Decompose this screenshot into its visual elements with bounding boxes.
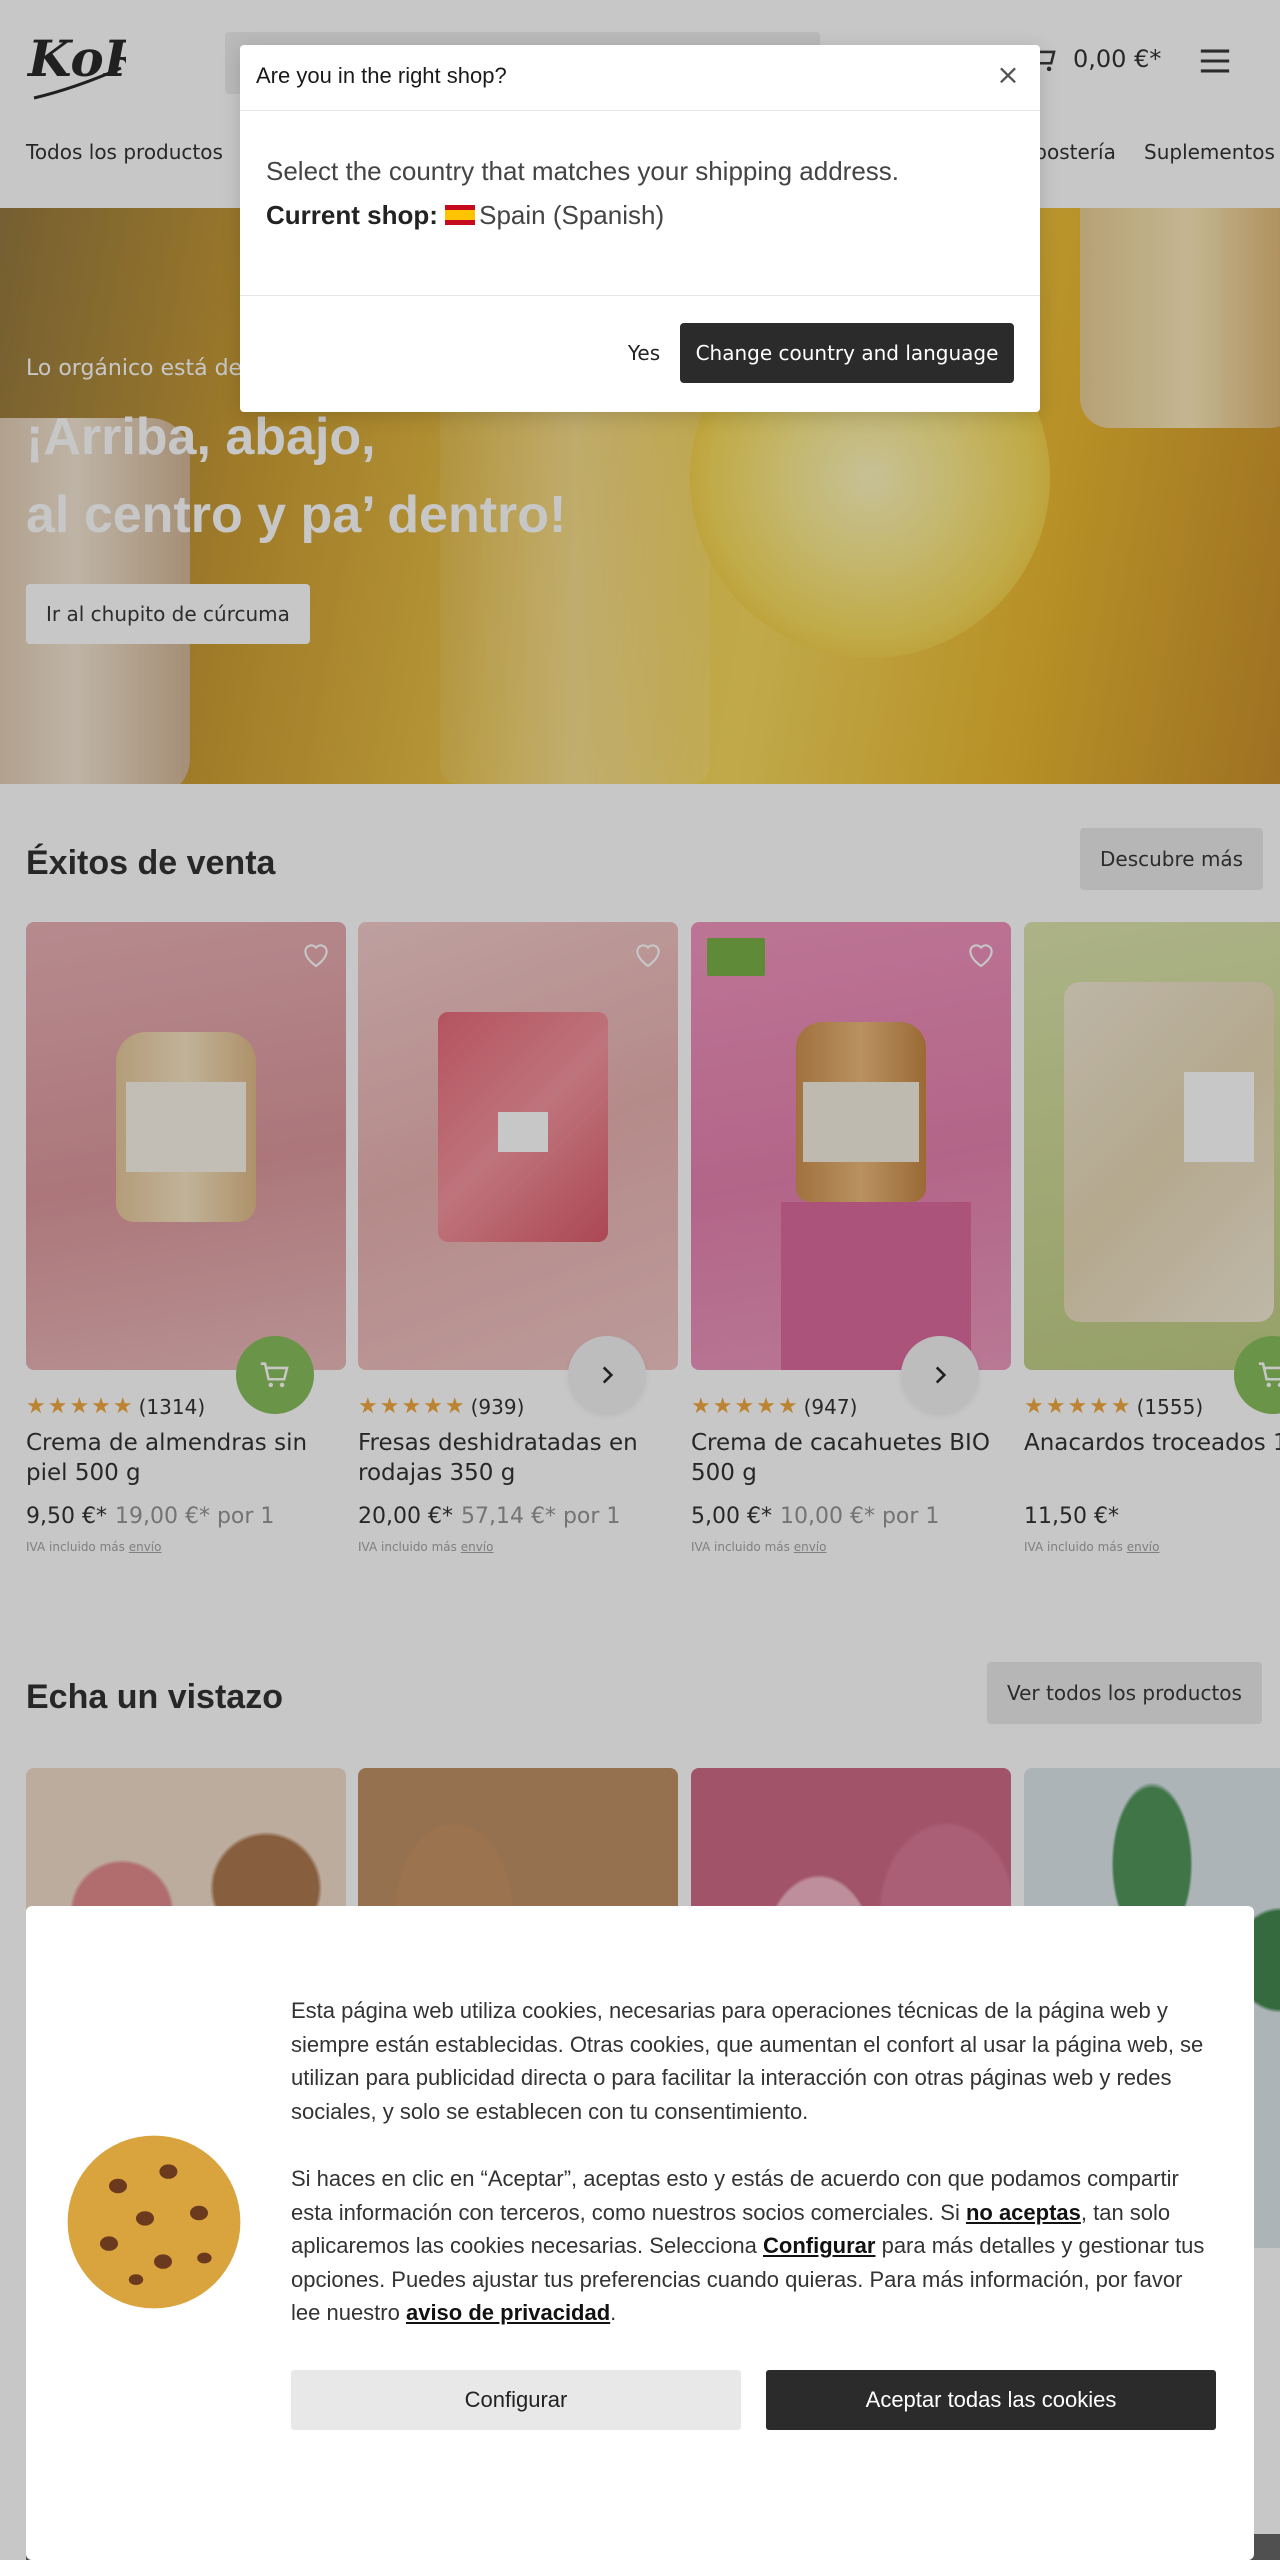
accept-all-cookies-button[interactable]: Aceptar todas las cookies: [766, 2370, 1216, 2430]
modal-header: Are you in the right shop? ×: [240, 45, 1040, 111]
configure-cookies-button[interactable]: Configurar: [291, 2370, 741, 2430]
current-shop-value: Spain (Spanish): [479, 200, 665, 230]
change-country-button[interactable]: Change country and language: [680, 323, 1014, 383]
modal-body: Select the country that matches your shi…: [266, 149, 1026, 237]
current-shop-label: Current shop:: [266, 200, 438, 230]
cookie-icon: [67, 2135, 241, 2309]
page: KoRo 0,00 €* Todos los productos Reposte…: [0, 0, 1280, 2560]
reject-cookies-link[interactable]: no aceptas: [966, 2200, 1081, 2225]
cookie-text: Esta página web utiliza cookies, necesar…: [291, 1994, 1211, 2364]
modal-title: Are you in the right shop?: [256, 63, 507, 88]
privacy-policy-link[interactable]: aviso de privacidad: [406, 2300, 610, 2325]
country-modal: Are you in the right shop? × Select the …: [240, 45, 1040, 412]
configure-link[interactable]: Configurar: [763, 2233, 875, 2258]
current-shop: Current shop: Spain (Spanish): [266, 193, 1026, 237]
modal-message: Select the country that matches your shi…: [266, 156, 900, 186]
cookie-banner: Esta página web utiliza cookies, necesar…: [26, 1906, 1254, 2560]
modal-divider: [240, 295, 1040, 296]
cookie-paragraph-1: Esta página web utiliza cookies, necesar…: [291, 1998, 1204, 2124]
yes-button[interactable]: Yes: [596, 323, 692, 383]
spain-flag-icon: [445, 205, 476, 226]
cookie-paragraph-2: Si haces en clic en “Aceptar”, aceptas e…: [291, 2162, 1211, 2330]
close-icon[interactable]: ×: [990, 57, 1026, 93]
cookie-text-part: .: [610, 2300, 617, 2325]
